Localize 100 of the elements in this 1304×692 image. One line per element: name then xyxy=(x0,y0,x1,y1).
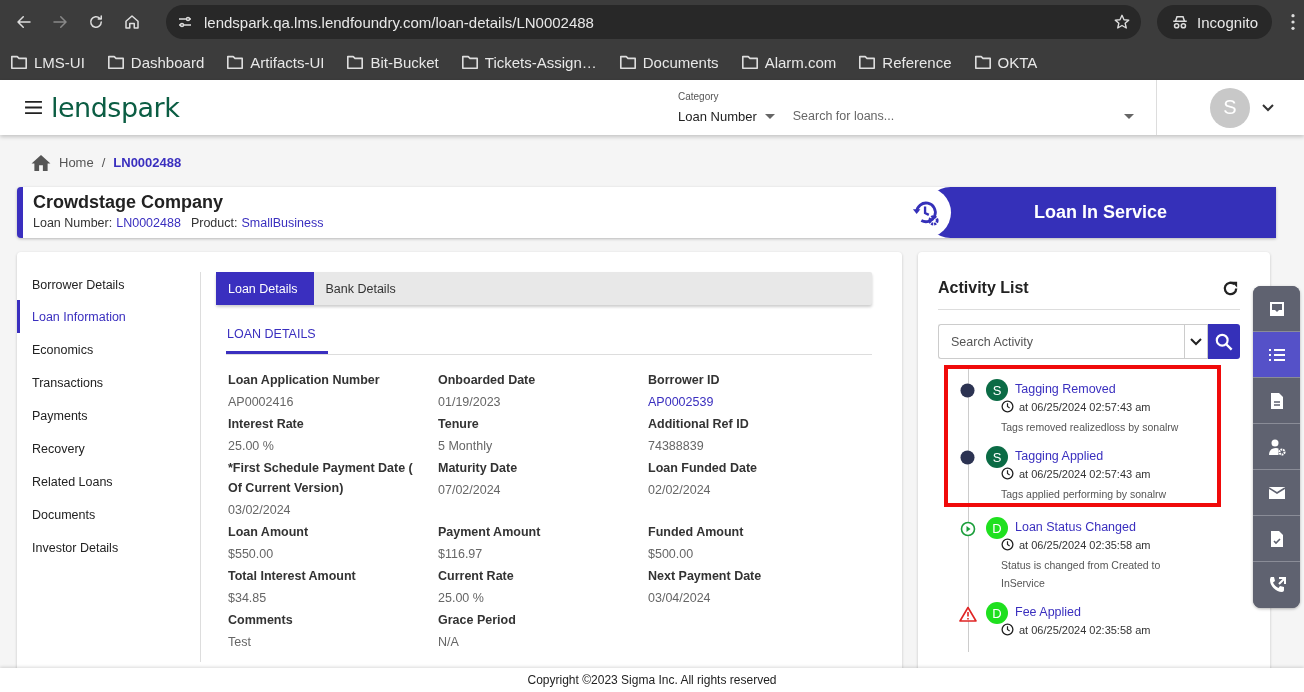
activity-description: Tags removed realizedloss by sonalrw xyxy=(1001,420,1180,435)
bookmark[interactable]: Artifacts-UI xyxy=(226,53,325,71)
field-value: 74388839 xyxy=(648,439,705,453)
breadcrumb-separator: / xyxy=(101,154,106,170)
activity-search-field[interactable]: Search Activity xyxy=(939,325,1184,358)
folder-icon xyxy=(226,53,245,71)
user-avatar: D xyxy=(986,602,1008,624)
section-tab[interactable]: LOAN DETAILS xyxy=(226,319,328,354)
bookmark[interactable]: Reference xyxy=(858,53,952,71)
bookmark[interactable]: OKTA xyxy=(973,53,1038,71)
field-value: 03/04/2024 xyxy=(648,591,712,605)
sidebar-item[interactable]: Transactions xyxy=(17,366,200,399)
home-icon xyxy=(123,13,141,31)
clock-icon xyxy=(1001,623,1014,636)
bookmark[interactable]: Tickets-Assign… xyxy=(460,53,597,71)
tab[interactable]: Loan Details xyxy=(216,272,310,305)
sidebar-item[interactable]: Recovery xyxy=(17,432,200,465)
activity-title[interactable]: Loan Status Changed xyxy=(1015,517,1221,537)
menu-icon[interactable] xyxy=(24,100,43,115)
address-bar[interactable]: lendspark.qa.lms.lendfoundry.com/loan-details/LN0002488 xyxy=(166,5,1142,39)
field-value: 03/02/2024 xyxy=(228,503,292,517)
activity-description: Tags applied performing by sonalrw xyxy=(1001,487,1168,502)
incognito-icon xyxy=(1171,13,1190,31)
activity-time: at 06/25/2024 02:35:58 am xyxy=(1019,623,1151,636)
field-label: Total Interest Amount xyxy=(228,568,357,585)
breadcrumb-link[interactable]: LN0002488 xyxy=(113,154,182,170)
field-label: Maturity Date xyxy=(438,460,519,477)
activity-title[interactable]: Tagging Applied xyxy=(1015,446,1217,466)
product-label: Product: xyxy=(190,216,238,230)
bookmark[interactable]: LMS-UI xyxy=(10,53,85,71)
toolbar-button[interactable] xyxy=(1253,332,1300,378)
product-link[interactable]: SmallBusiness xyxy=(241,216,324,230)
chevron-down-icon xyxy=(1190,337,1202,346)
incognito-button[interactable]: Incognito xyxy=(1157,5,1272,39)
status-label: Loan In Service xyxy=(1033,202,1168,223)
activity-title[interactable]: Tagging Removed xyxy=(1015,379,1217,399)
breadcrumb-link[interactable]: Home xyxy=(59,154,94,170)
activity-time: at 06/25/2024 02:57:43 am xyxy=(1019,400,1151,413)
field-label: Borrower ID xyxy=(648,372,721,389)
sidebar-item[interactable]: Borrower Details xyxy=(17,270,200,300)
field-value: AP0002416 xyxy=(228,395,295,409)
user-avatar: S xyxy=(986,446,1008,468)
home-icon[interactable] xyxy=(31,153,51,171)
bookmark[interactable]: Dashboard xyxy=(106,53,205,71)
toolbar-button[interactable] xyxy=(1253,470,1300,516)
clock-icon xyxy=(1001,467,1014,480)
user-avatar: S xyxy=(986,379,1008,401)
sidebar-item[interactable]: Investor Details xyxy=(17,531,200,564)
play-circle-icon xyxy=(959,521,976,537)
sidebar-item[interactable]: Related Loans xyxy=(17,465,200,498)
field-label: Onboarded Date xyxy=(438,372,537,389)
activity-time: at 06/25/2024 02:35:58 am xyxy=(1019,538,1151,551)
bookmark[interactable]: Alarm.com xyxy=(740,53,837,71)
field-label: Tenure xyxy=(438,416,480,433)
field-label: Loan Application Number xyxy=(228,372,381,389)
folder-icon xyxy=(973,53,992,71)
toolbar-button[interactable] xyxy=(1253,562,1300,608)
folder-icon xyxy=(10,53,28,71)
field-label: Loan Funded Date xyxy=(648,460,759,477)
panel-title: Activity List xyxy=(938,279,1029,297)
toolbar-button[interactable] xyxy=(1253,286,1300,332)
activity-title[interactable]: Fee Applied xyxy=(1015,602,1221,622)
sidebar-item[interactable]: Loan Information xyxy=(17,300,200,333)
more-icon[interactable] xyxy=(1290,13,1296,31)
toolbar-button[interactable] xyxy=(1253,378,1300,424)
field-value: Test xyxy=(228,635,252,649)
field-link[interactable]: AP0002539 xyxy=(648,395,850,409)
timeline-dot-icon xyxy=(960,450,975,465)
field-value: $116.97 xyxy=(438,547,484,561)
category-label: Category xyxy=(678,91,720,102)
sidebar-item[interactable]: Payments xyxy=(17,399,200,432)
folder-icon xyxy=(346,53,365,71)
logo: lendspark xyxy=(51,92,180,123)
star-icon[interactable] xyxy=(1113,13,1132,31)
search-button[interactable] xyxy=(1208,324,1240,359)
folder-icon xyxy=(106,53,125,71)
toolbar-button[interactable] xyxy=(1253,516,1300,562)
tab[interactable]: Bank Details xyxy=(309,272,408,305)
field-value: $550.00 xyxy=(228,547,275,561)
field-value: $500.00 xyxy=(648,547,695,561)
field-label: Payment Amount xyxy=(438,524,542,541)
folder-icon xyxy=(618,53,637,71)
toolbar-button[interactable] xyxy=(1253,424,1300,470)
loan-number-link[interactable]: LN0002488 xyxy=(116,216,181,230)
activity-time: at 06/25/2024 02:57:43 am xyxy=(1019,467,1151,480)
field-label: Next Payment Date xyxy=(648,568,763,585)
sidebar-item[interactable]: Economics xyxy=(17,333,200,366)
field-value: N/A xyxy=(438,635,460,649)
copyright-text: Copyright ©2023 Sigma Inc. All rights reserved xyxy=(527,673,777,687)
field-value: 01/19/2023 xyxy=(438,395,502,409)
bookmark[interactable]: Documents xyxy=(618,53,719,71)
loan-number-label: Loan Number: xyxy=(33,216,113,230)
chevron-down-icon[interactable] xyxy=(1262,103,1274,112)
caret-icon xyxy=(764,113,775,119)
bookmark[interactable]: Bit-Bucket xyxy=(346,53,439,71)
category-dropdown[interactable]: Loan Number xyxy=(678,108,775,124)
clock-icon xyxy=(1001,400,1014,413)
sidebar-item[interactable]: Documents xyxy=(17,498,200,531)
dropdown-button[interactable] xyxy=(1184,324,1208,359)
field-label: Additional Ref ID xyxy=(648,416,750,433)
